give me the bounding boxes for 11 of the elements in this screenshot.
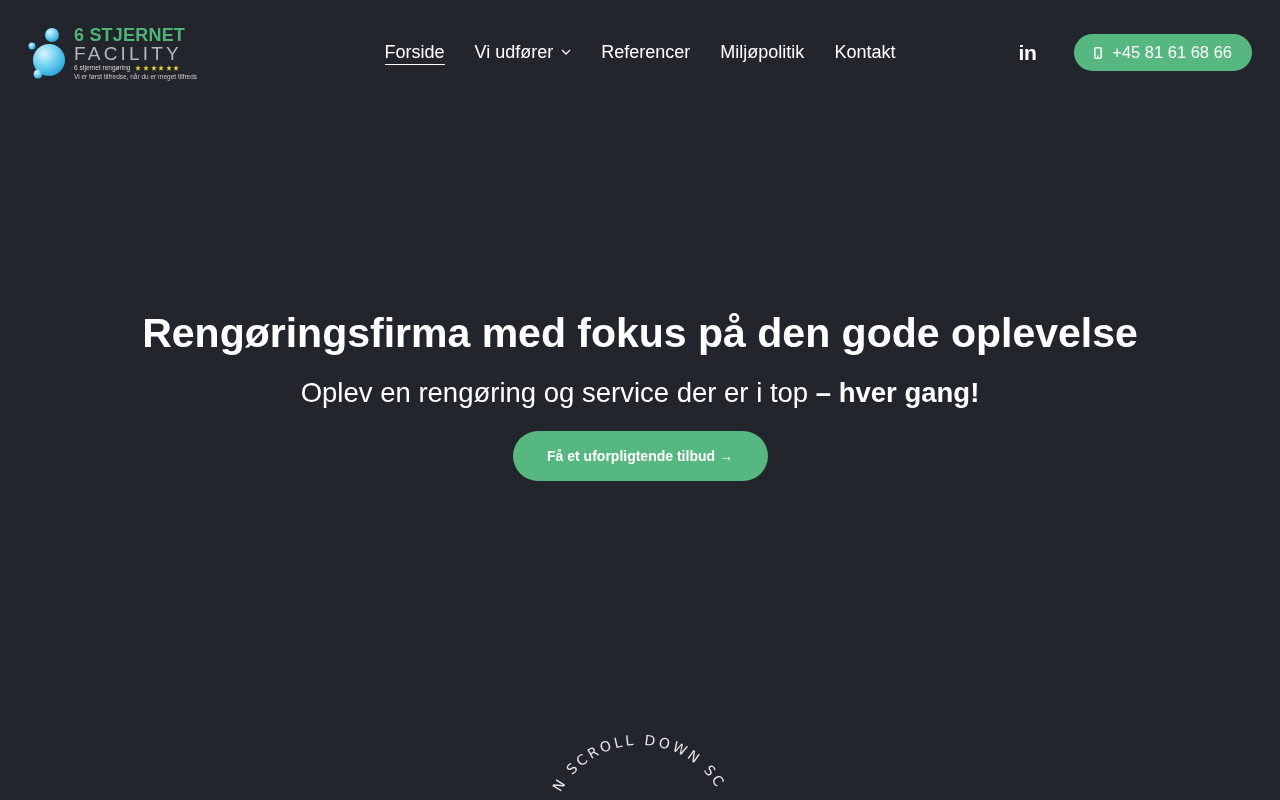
mobile-phone-icon — [1094, 46, 1103, 59]
linkedin-link[interactable]: in — [1018, 41, 1037, 64]
nav-link[interactable]: Referencer — [601, 40, 691, 65]
nav-link[interactable]: Miljøpolitik — [720, 40, 805, 65]
nav-link[interactable]: Forside — [384, 40, 445, 65]
nav-link[interactable]: Kontakt — [834, 40, 896, 65]
hero-heading: Rengøringsfirma med fokus på den gode oplevelse — [142, 309, 1138, 358]
logo-name: 6 STJERNET — [74, 25, 186, 44]
nav-link[interactable]: Vi udfører — [474, 40, 572, 65]
hero-subheading: Oplev en rengøring og service der er i top – hver gang! — [300, 376, 980, 410]
logo-name: FACILITY — [74, 43, 182, 63]
